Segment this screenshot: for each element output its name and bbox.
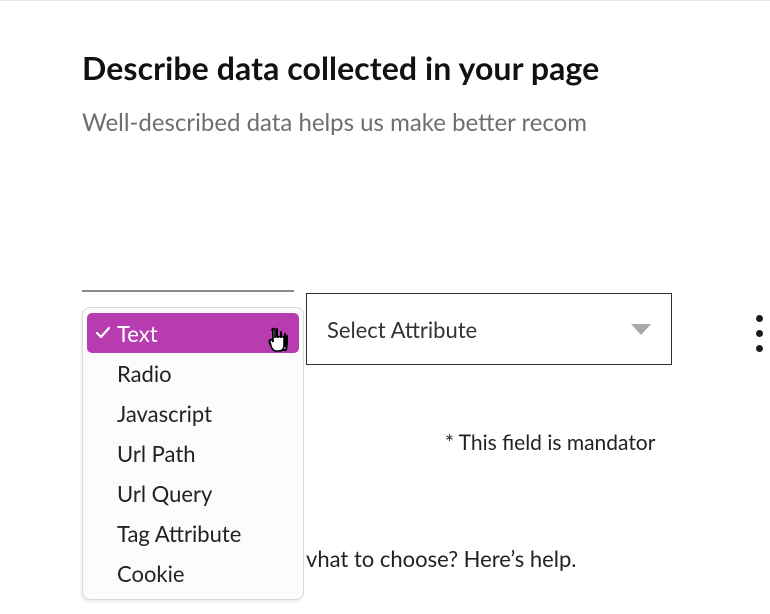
page-subtitle: Well-described data helps us make better…: [82, 108, 587, 137]
dropdown-type-trigger[interactable]: [82, 290, 294, 294]
dot-icon: [756, 345, 763, 352]
dot-icon: [756, 330, 763, 337]
page-title: Describe data collected in your page: [82, 48, 599, 87]
dropdown-option-label: Url Path: [117, 440, 293, 467]
dropdown-type-menu: Text Radio Javascript Url Path Url Query…: [82, 307, 304, 600]
help-text: vhat to choose? Here’s help.: [306, 545, 577, 572]
kebab-menu-icon[interactable]: [749, 315, 769, 352]
dropdown-option-url-query[interactable]: Url Query: [83, 473, 303, 513]
dropdown-option-label: Tag Attribute: [117, 520, 293, 547]
dropdown-option-tag-attribute[interactable]: Tag Attribute: [83, 513, 303, 553]
dropdown-option-radio[interactable]: Radio: [83, 353, 303, 393]
dropdown-option-label: Text: [117, 320, 293, 347]
dropdown-option-text[interactable]: Text: [87, 313, 299, 353]
dot-icon: [756, 315, 763, 322]
mandatory-note: * This field is mandator: [445, 430, 655, 455]
dropdown-option-label: Radio: [117, 360, 293, 387]
top-divider: [0, 0, 770, 1]
select-attribute-dropdown[interactable]: Select Attribute: [306, 293, 672, 365]
dropdown-option-url-path[interactable]: Url Path: [83, 433, 303, 473]
dropdown-option-label: Javascript: [117, 400, 293, 427]
select-attribute-placeholder: Select Attribute: [327, 316, 631, 343]
dropdown-option-javascript[interactable]: Javascript: [83, 393, 303, 433]
dropdown-option-cookie[interactable]: Cookie: [83, 553, 303, 593]
chevron-down-icon: [631, 324, 651, 335]
check-icon: [93, 325, 113, 341]
dropdown-option-label: Url Query: [117, 480, 293, 507]
dropdown-option-label: Cookie: [117, 560, 293, 587]
